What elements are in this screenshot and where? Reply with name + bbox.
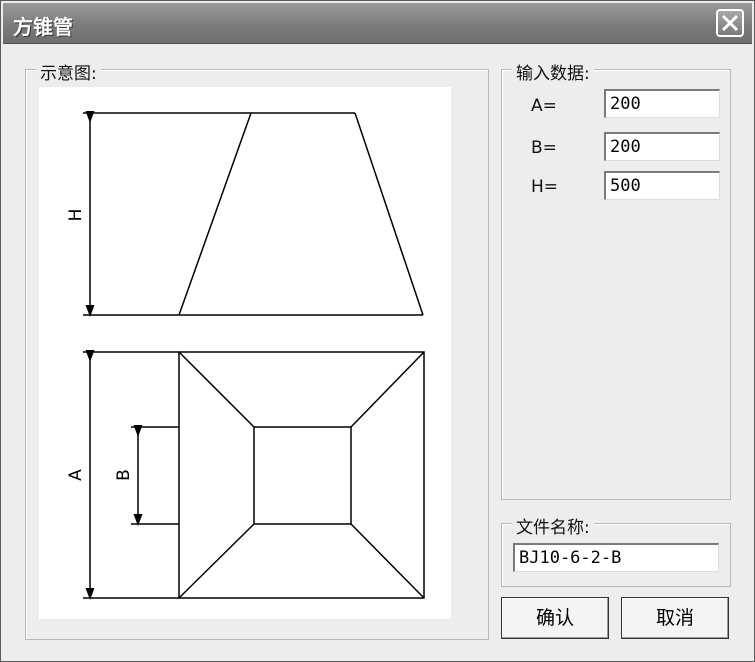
b-dimension-label: B [114, 469, 134, 481]
close-button[interactable] [716, 9, 744, 37]
diagram-canvas: H A B [39, 87, 451, 619]
field-b-input[interactable] [604, 132, 720, 161]
corner-line-tr [350, 351, 425, 428]
h-dimension-label: H [66, 209, 86, 222]
ok-button[interactable]: 确认 [501, 597, 609, 639]
field-a-input[interactable] [604, 89, 720, 118]
corner-line-bl [178, 523, 255, 599]
inner-square [253, 426, 352, 525]
cone-diagram: H A B [66, 111, 425, 600]
trapezoid-left-side [178, 112, 252, 316]
trapezoid-right-side [354, 112, 424, 316]
field-h-label: H= [531, 177, 559, 197]
title-bar[interactable]: 方锥管 [3, 3, 752, 44]
corner-line-br [350, 523, 425, 599]
window-title: 方锥管 [13, 15, 73, 39]
close-icon [721, 14, 739, 32]
input-group-label: 输入数据: [512, 59, 594, 84]
field-a-label: A= [531, 96, 557, 116]
corner-line-tl [178, 351, 255, 428]
field-h-input[interactable] [604, 171, 720, 200]
diagram-group-label: 示意图: [36, 59, 101, 84]
field-b-label: B= [531, 138, 557, 158]
file-group-label: 文件名称: [512, 513, 594, 538]
file-name-input[interactable] [513, 543, 719, 572]
cancel-button[interactable]: 取消 [621, 597, 729, 639]
a-dimension-label: A [66, 469, 86, 481]
dialog-window: 方锥管 示意图: H A B 输入数据: A= 200 B= 200 H= 50… [0, 0, 755, 662]
